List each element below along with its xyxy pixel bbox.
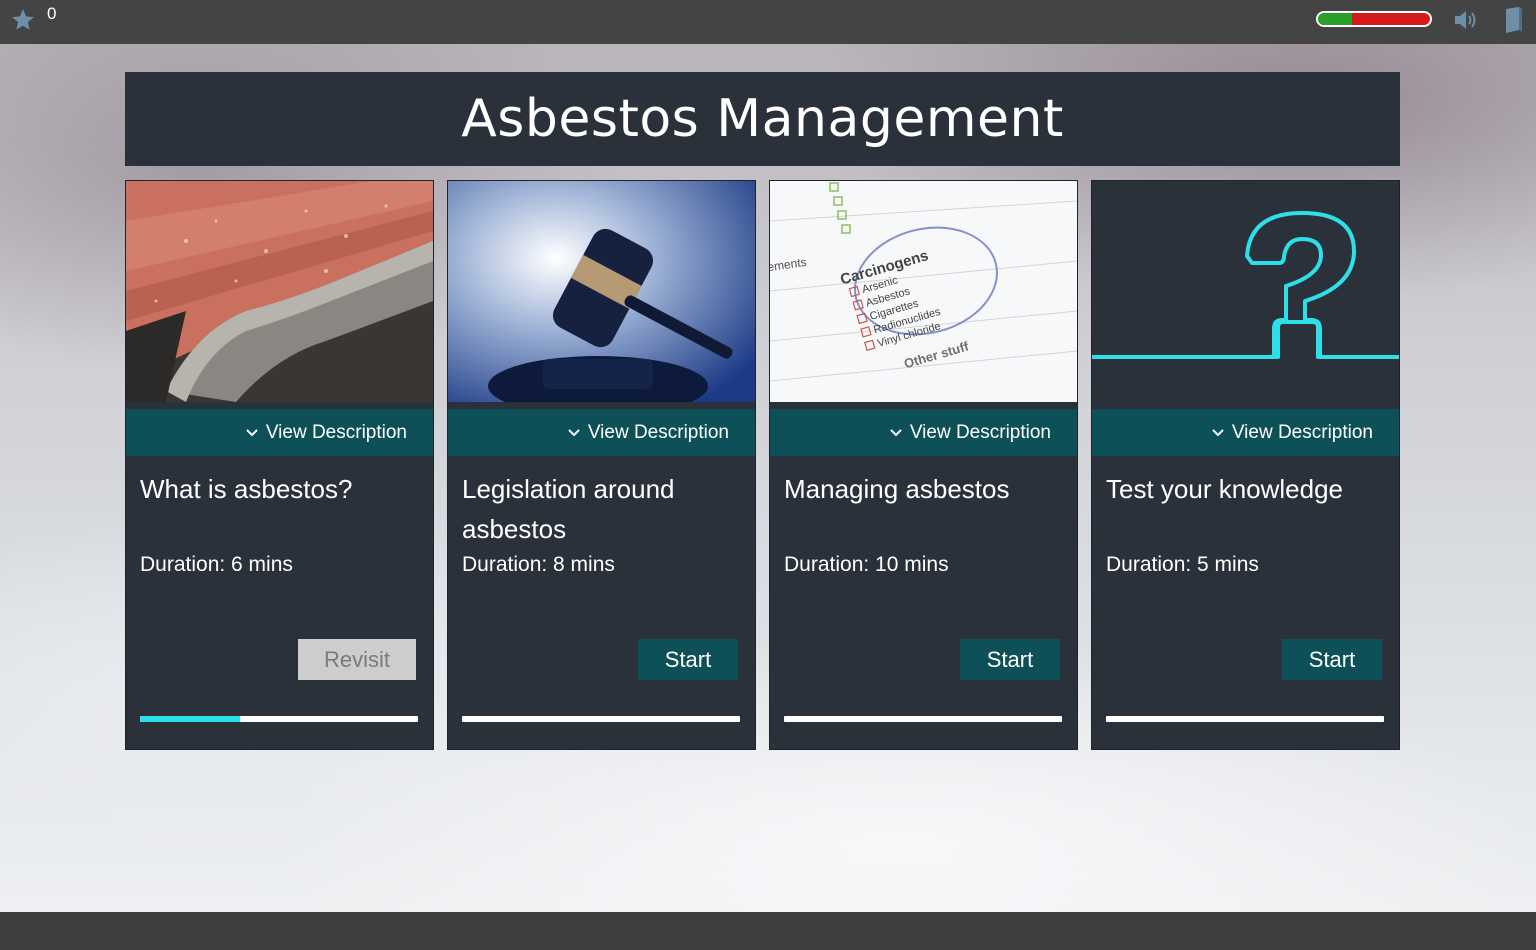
module-title: Test your knowledge bbox=[1106, 474, 1344, 504]
module-progress-bar bbox=[1106, 716, 1384, 722]
chevron-down-icon bbox=[1212, 428, 1224, 436]
score-counter: 0 bbox=[47, 4, 57, 23]
revisit-button[interactable]: Revisit bbox=[298, 639, 416, 680]
start-button[interactable]: Start bbox=[960, 639, 1060, 680]
top-bar: 0 bbox=[0, 0, 1536, 44]
module-progress-fill bbox=[140, 716, 241, 722]
module-duration: Duration: 10 mins bbox=[784, 553, 949, 576]
view-description-toggle[interactable]: View Description bbox=[126, 409, 433, 456]
question-mark-image bbox=[1092, 181, 1399, 402]
module-progress-bar bbox=[784, 716, 1062, 722]
gavel-image bbox=[448, 181, 755, 402]
module-duration: Duration: 6 mins bbox=[140, 553, 293, 576]
health-bar bbox=[1316, 11, 1432, 27]
module-card-2: View Description Legislation around asbe… bbox=[447, 180, 756, 750]
health-bar-fill bbox=[1318, 13, 1352, 25]
carcinogens-checklist-image: Carcinogens Arsenic Asbestos Cigarettes … bbox=[770, 181, 1077, 402]
chevron-down-icon bbox=[568, 428, 580, 436]
module-title: What is asbestos? bbox=[140, 474, 353, 504]
module-progress-bar bbox=[140, 716, 418, 722]
page-title-banner: Asbestos Management bbox=[125, 72, 1400, 166]
module-card-1: View Description What is asbestos? Durat… bbox=[125, 180, 434, 750]
module-card-3: Carcinogens Arsenic Asbestos Cigarettes … bbox=[769, 180, 1078, 750]
speaker-icon[interactable] bbox=[1452, 8, 1478, 32]
page-title: Asbestos Management bbox=[461, 89, 1064, 149]
book-icon[interactable] bbox=[1503, 6, 1525, 34]
module-title: Managing asbestos bbox=[784, 474, 1010, 504]
module-duration: Duration: 5 mins bbox=[1106, 553, 1259, 576]
start-button[interactable]: Start bbox=[1282, 639, 1382, 680]
chevron-down-icon bbox=[246, 428, 258, 436]
view-description-label: View Description bbox=[909, 421, 1051, 443]
module-title: Legislation around asbestos bbox=[462, 474, 675, 544]
view-description-toggle[interactable]: View Description bbox=[448, 409, 755, 456]
module-progress-bar bbox=[462, 716, 740, 722]
view-description-toggle[interactable]: View Description bbox=[770, 409, 1077, 456]
star-icon bbox=[12, 9, 34, 30]
start-button[interactable]: Start bbox=[638, 639, 738, 680]
module-card-4: View Description Test your knowledge Dur… bbox=[1091, 180, 1400, 750]
asbestos-roof-image bbox=[126, 181, 433, 402]
view-description-label: View Description bbox=[1231, 421, 1373, 443]
bottom-bar bbox=[0, 912, 1536, 950]
view-description-label: View Description bbox=[587, 421, 729, 443]
view-description-label: View Description bbox=[265, 421, 407, 443]
view-description-toggle[interactable]: View Description bbox=[1092, 409, 1399, 456]
chevron-down-icon bbox=[890, 428, 902, 436]
module-duration: Duration: 8 mins bbox=[462, 553, 615, 576]
